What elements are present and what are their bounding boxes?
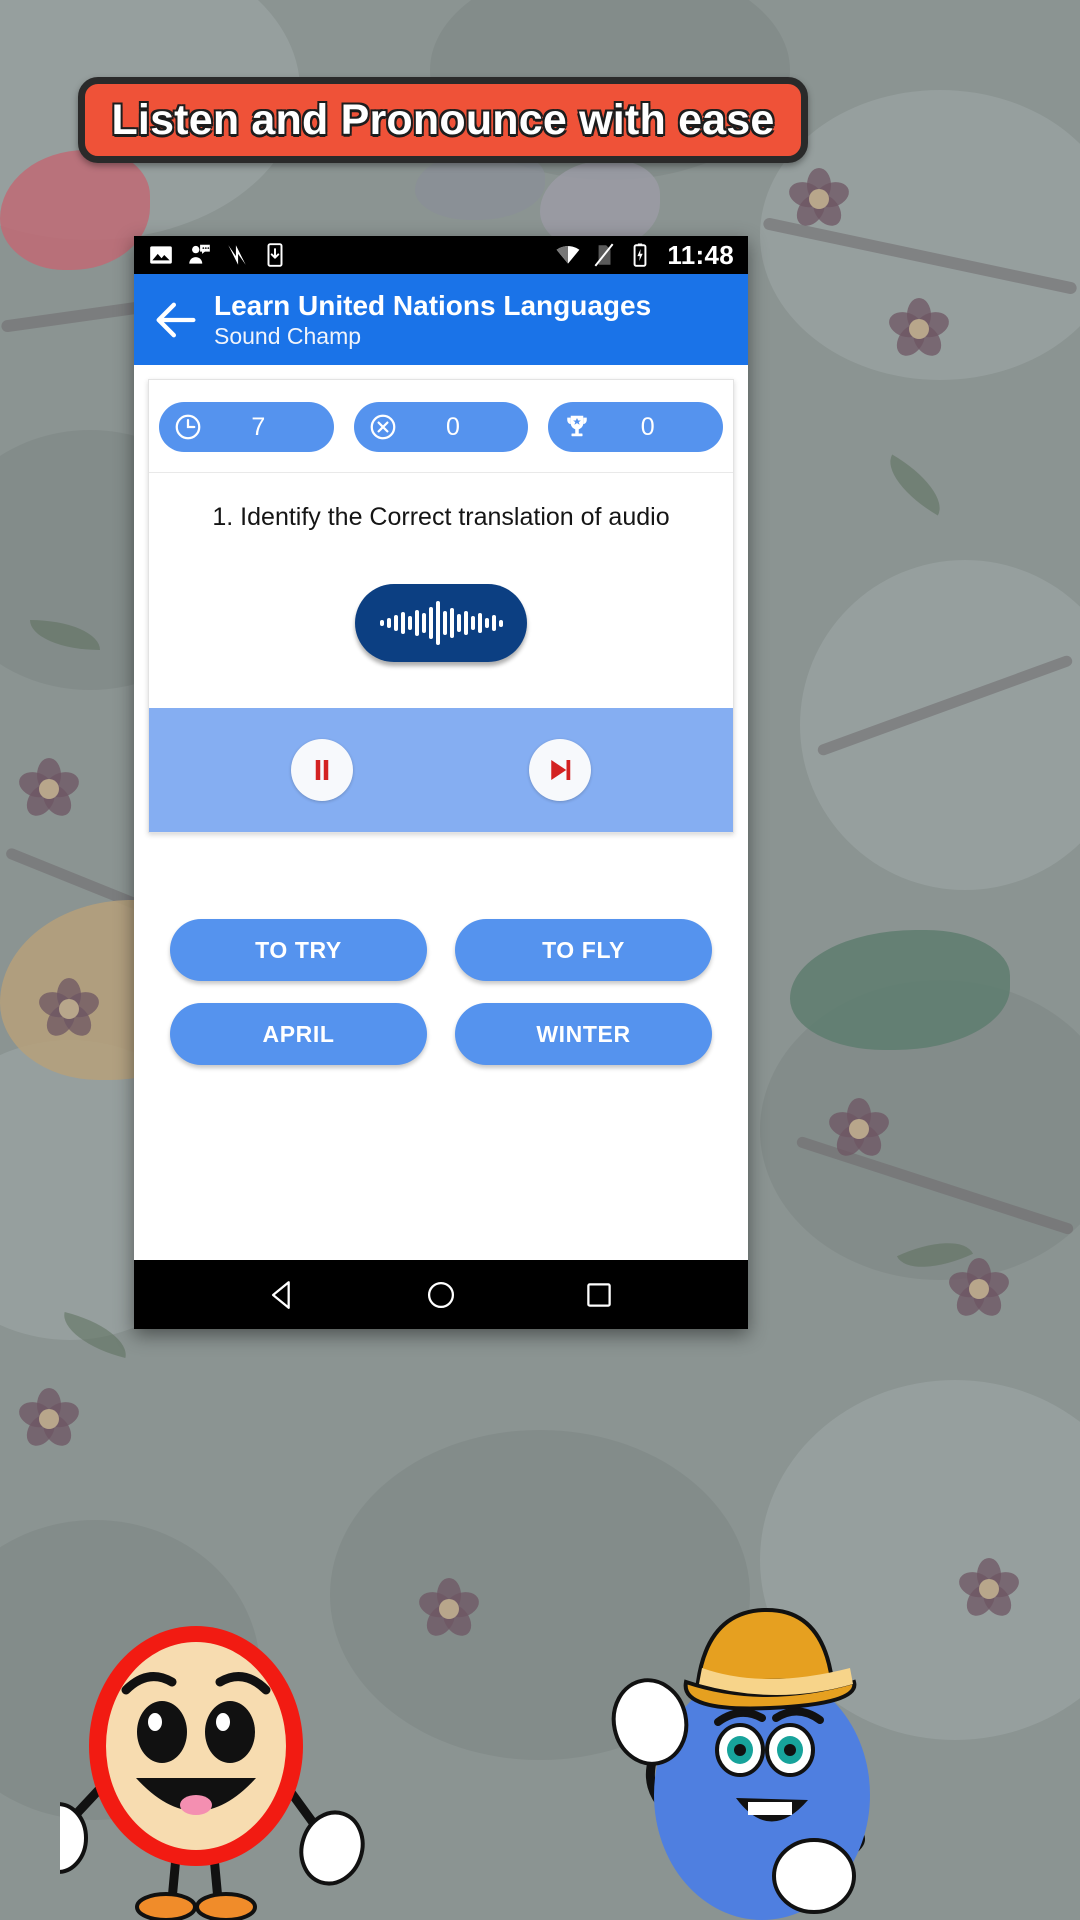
audio-player-bar [149,708,733,832]
stats-row: 7 0 0 [149,380,733,473]
stat-wrong: 0 [353,402,529,452]
pause-button[interactable] [291,739,353,801]
pause-icon [315,760,329,780]
download-to-device-icon [267,243,283,267]
image-icon [150,246,172,264]
nav-recents-icon[interactable] [582,1278,616,1312]
red-character [60,1626,365,1920]
battery-charging-icon [634,243,647,267]
android-status-bar: 11:48 [134,236,748,274]
status-bar-clock: 11:48 [667,239,734,270]
quiz-card: 7 0 0 1. Identify the Correct translatio… [148,379,734,833]
stat-timer-value: 7 [251,412,266,441]
next-track-icon [551,760,571,780]
waveform-icon [379,599,503,647]
n-logo-icon [228,245,246,265]
back-arrow-icon[interactable] [150,294,202,346]
promo-banner-text: Listen and Pronounce with ease [111,95,775,144]
audio-waveform-button[interactable] [355,584,527,662]
answer-option-4[interactable]: WINTER [455,1003,712,1065]
screenshot-root: Listen and Pronounce with ease 11:48 Lea… [0,0,1080,1920]
stat-score-value: 0 [640,412,655,441]
answer-option-3[interactable]: APRIL [170,1003,427,1065]
app-title: Learn United Nations Languages [214,290,652,322]
stat-wrong-value: 0 [446,412,460,441]
nav-back-icon[interactable] [266,1278,300,1312]
no-sim-icon [594,243,614,267]
stat-score: 0 [548,402,724,452]
app-bar: Learn United Nations Languages Sound Cha… [134,274,748,365]
contact-message-icon [189,244,210,264]
question-text: 1. Identify the Correct translation of a… [212,503,670,531]
promo-banner: Listen and Pronounce with ease [78,77,808,163]
android-nav-bar [134,1260,748,1329]
app-subtitle: Sound Champ [214,323,362,350]
wifi-icon [557,246,580,264]
answer-option-1[interactable]: TO TRY [170,919,427,981]
app-content: 7 0 0 1. Identify the Correct translatio… [134,365,748,1260]
next-track-button[interactable] [529,739,591,801]
answer-option-2[interactable]: TO FLY [455,919,712,981]
phone-mockup: 11:48 Learn United Nations Languages Sou… [134,236,748,1329]
stat-timer: 7 [159,402,334,452]
blue-character-with-hat [611,1607,870,1920]
nav-home-icon[interactable] [424,1278,458,1312]
audio-button-wrap [149,558,733,708]
answer-options: TO TRY TO FLY APRIL WINTER [148,833,734,1065]
